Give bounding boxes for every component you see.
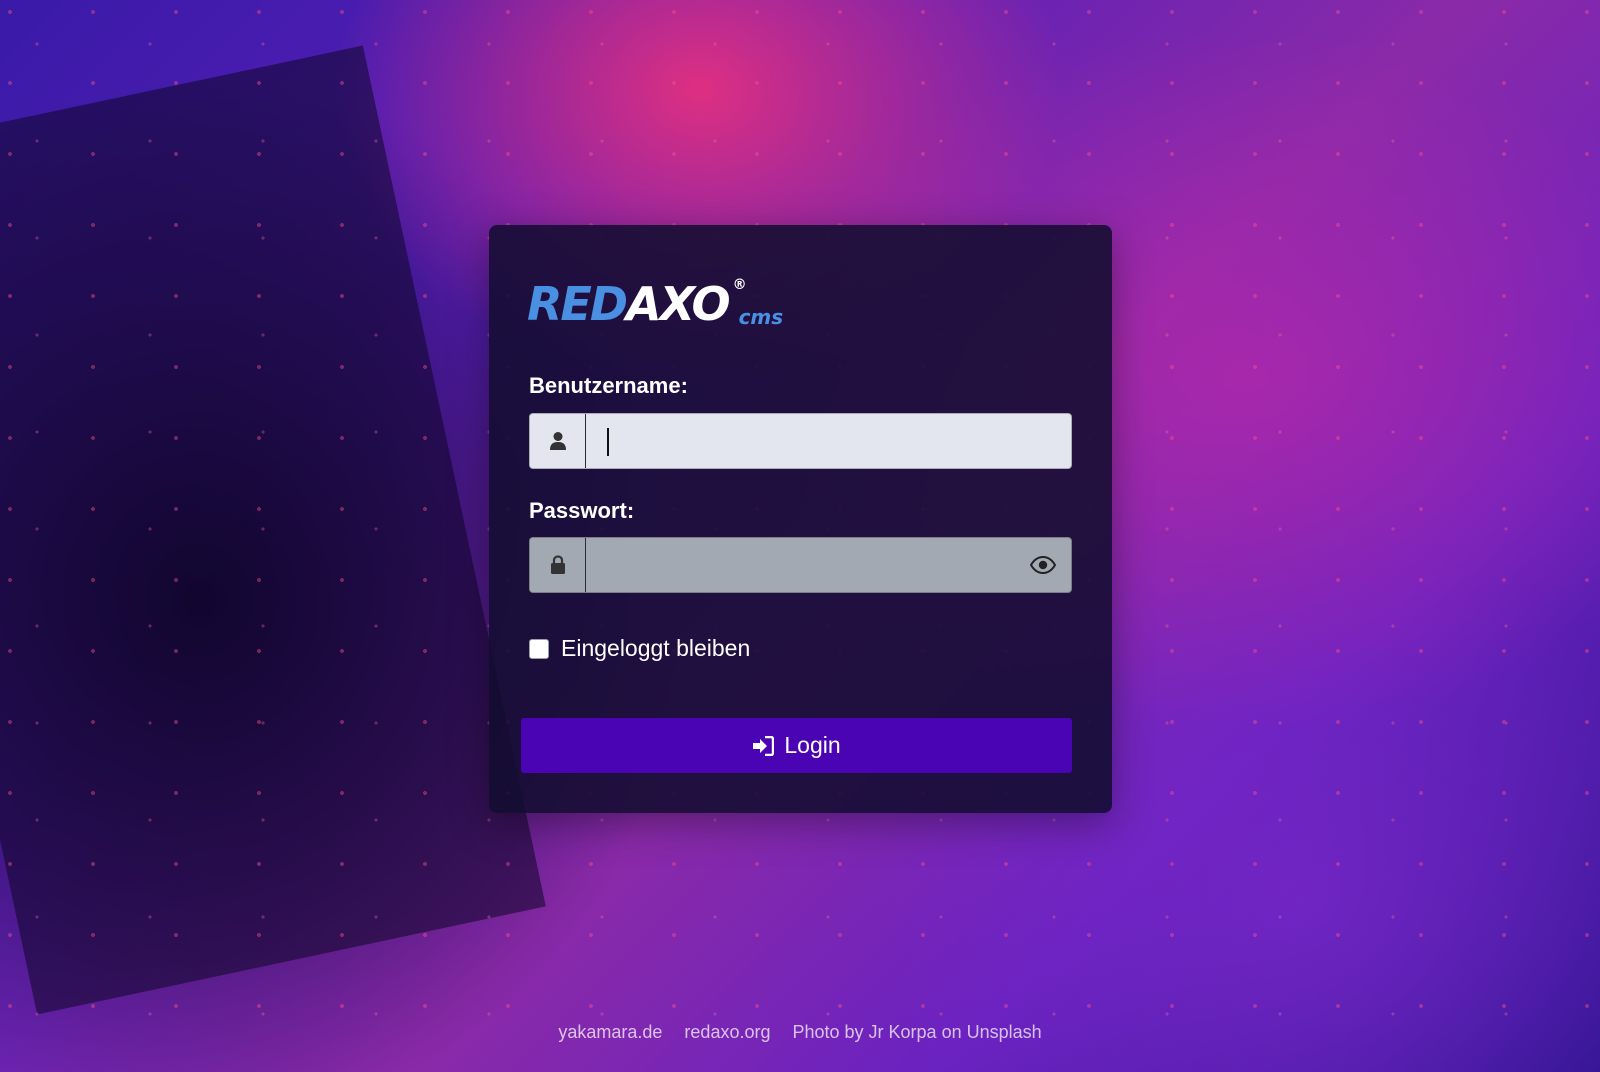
show-password-button[interactable]: [1015, 538, 1071, 592]
lock-icon: [530, 538, 586, 592]
sign-in-icon: [753, 735, 775, 756]
username-input-group: [529, 413, 1072, 469]
redaxo-logo: RED AXO ® cms: [527, 277, 783, 327]
text-caret: [607, 428, 609, 456]
login-button[interactable]: Login: [521, 718, 1072, 773]
password-input-group: [529, 537, 1072, 593]
footer-link-redaxo[interactable]: redaxo.org: [684, 1022, 770, 1043]
remember-me-row[interactable]: Eingeloggt bleiben: [529, 635, 750, 662]
footer-link-yakamara[interactable]: yakamara.de: [558, 1022, 662, 1043]
footer: yakamara.de redaxo.org Photo by Jr Korpa…: [0, 1022, 1600, 1043]
remember-me-checkbox[interactable]: [529, 638, 549, 659]
eye-icon: [1030, 556, 1056, 574]
logo-axo: AXO: [626, 277, 731, 331]
user-icon: [530, 414, 586, 468]
password-input[interactable]: [586, 538, 1015, 592]
remember-me-label[interactable]: Eingeloggt bleiben: [561, 635, 750, 662]
logo-registered: ®: [732, 277, 747, 293]
login-card: RED AXO ® cms Benutzername: Passwort: Ei…: [489, 225, 1112, 813]
login-button-label: Login: [784, 732, 841, 758]
logo-red: RED: [527, 277, 628, 331]
username-input[interactable]: [586, 414, 1071, 468]
username-label: Benutzername:: [529, 373, 688, 398]
footer-link-photo-credit[interactable]: Photo by Jr Korpa on Unsplash: [792, 1022, 1041, 1043]
logo-cms: cms: [738, 305, 784, 329]
password-label: Passwort:: [529, 498, 635, 523]
